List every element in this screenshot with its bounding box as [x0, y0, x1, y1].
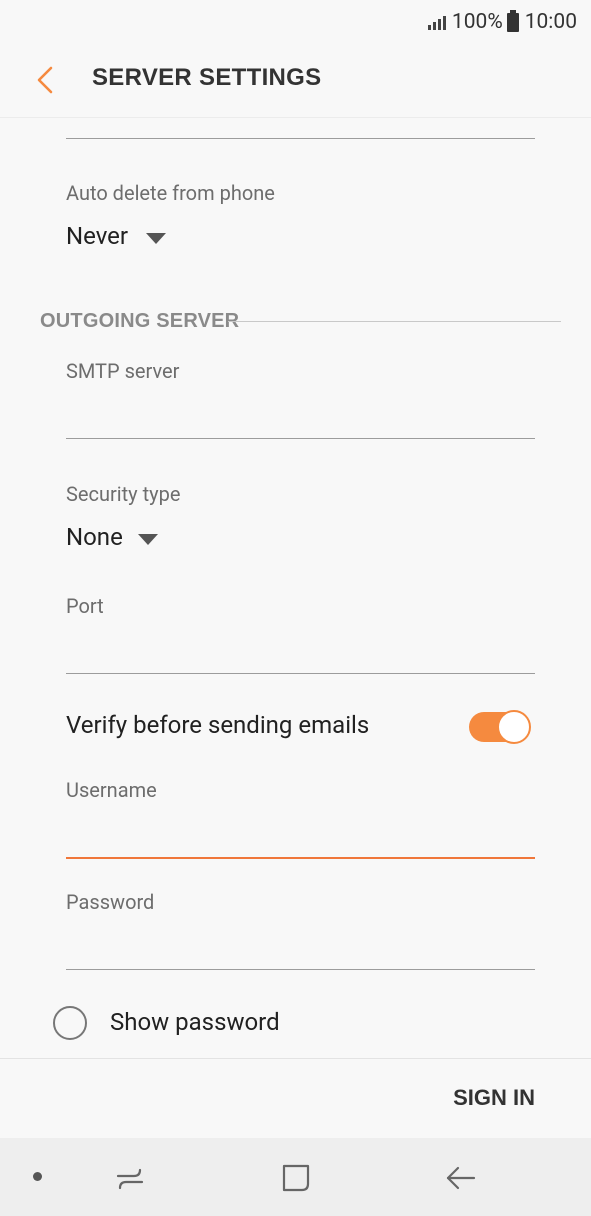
- dropdown-caret-icon: [138, 534, 158, 545]
- smtp-server-label: SMTP server: [66, 359, 180, 383]
- smtp-server-input[interactable]: [66, 395, 535, 435]
- smtp-server-underline: [66, 438, 535, 439]
- back-button[interactable]: [30, 64, 60, 96]
- auto-delete-label: Auto delete from phone: [66, 181, 275, 205]
- password-input[interactable]: [66, 926, 535, 966]
- dropdown-caret-icon: [146, 233, 166, 244]
- username-underline-focused: [66, 857, 535, 859]
- clock: 10:00: [524, 10, 577, 34]
- home-icon[interactable]: [280, 1162, 312, 1194]
- show-password-label: Show password: [110, 1008, 280, 1036]
- section-header-outgoing: OUTGOING SERVER: [40, 310, 240, 332]
- battery-icon: [506, 9, 519, 32]
- security-type-label: Security type: [66, 482, 181, 506]
- battery-percent: 100%: [451, 10, 503, 34]
- signal-icon: [427, 14, 446, 30]
- sign-in-button[interactable]: SIGN IN: [453, 1085, 535, 1111]
- auto-delete-dropdown[interactable]: Never: [66, 222, 176, 256]
- verify-toggle[interactable]: [469, 710, 531, 744]
- security-type-value: None: [66, 523, 123, 551]
- bottom-action-bar: SIGN IN: [0, 1058, 591, 1138]
- navigation-bar: [0, 1138, 591, 1216]
- port-input[interactable]: [66, 630, 535, 670]
- dot-indicator-icon: [33, 1172, 42, 1181]
- auto-delete-value: Never: [66, 222, 129, 250]
- security-type-dropdown[interactable]: None: [66, 523, 176, 557]
- username-input[interactable]: [66, 814, 535, 854]
- page-title: SERVER SETTINGS: [92, 64, 322, 91]
- show-password-option[interactable]: Show password: [50, 1000, 330, 1046]
- status-bar: 100% 10:00: [0, 0, 591, 44]
- password-label: Password: [66, 890, 155, 914]
- port-label: Port: [66, 594, 104, 618]
- back-arrow-icon[interactable]: [444, 1162, 476, 1194]
- verify-before-sending-label: Verify before sending emails: [66, 711, 370, 739]
- password-underline: [66, 969, 535, 970]
- field-underline: [66, 138, 535, 139]
- show-password-radio[interactable]: [53, 1006, 87, 1040]
- section-divider: [228, 321, 561, 322]
- username-label: Username: [66, 778, 157, 802]
- chevron-left-icon: [37, 66, 53, 94]
- port-underline: [66, 673, 535, 674]
- app-bar: SERVER SETTINGS: [0, 44, 591, 118]
- recent-apps-icon[interactable]: [114, 1162, 146, 1194]
- toggle-knob: [497, 710, 531, 744]
